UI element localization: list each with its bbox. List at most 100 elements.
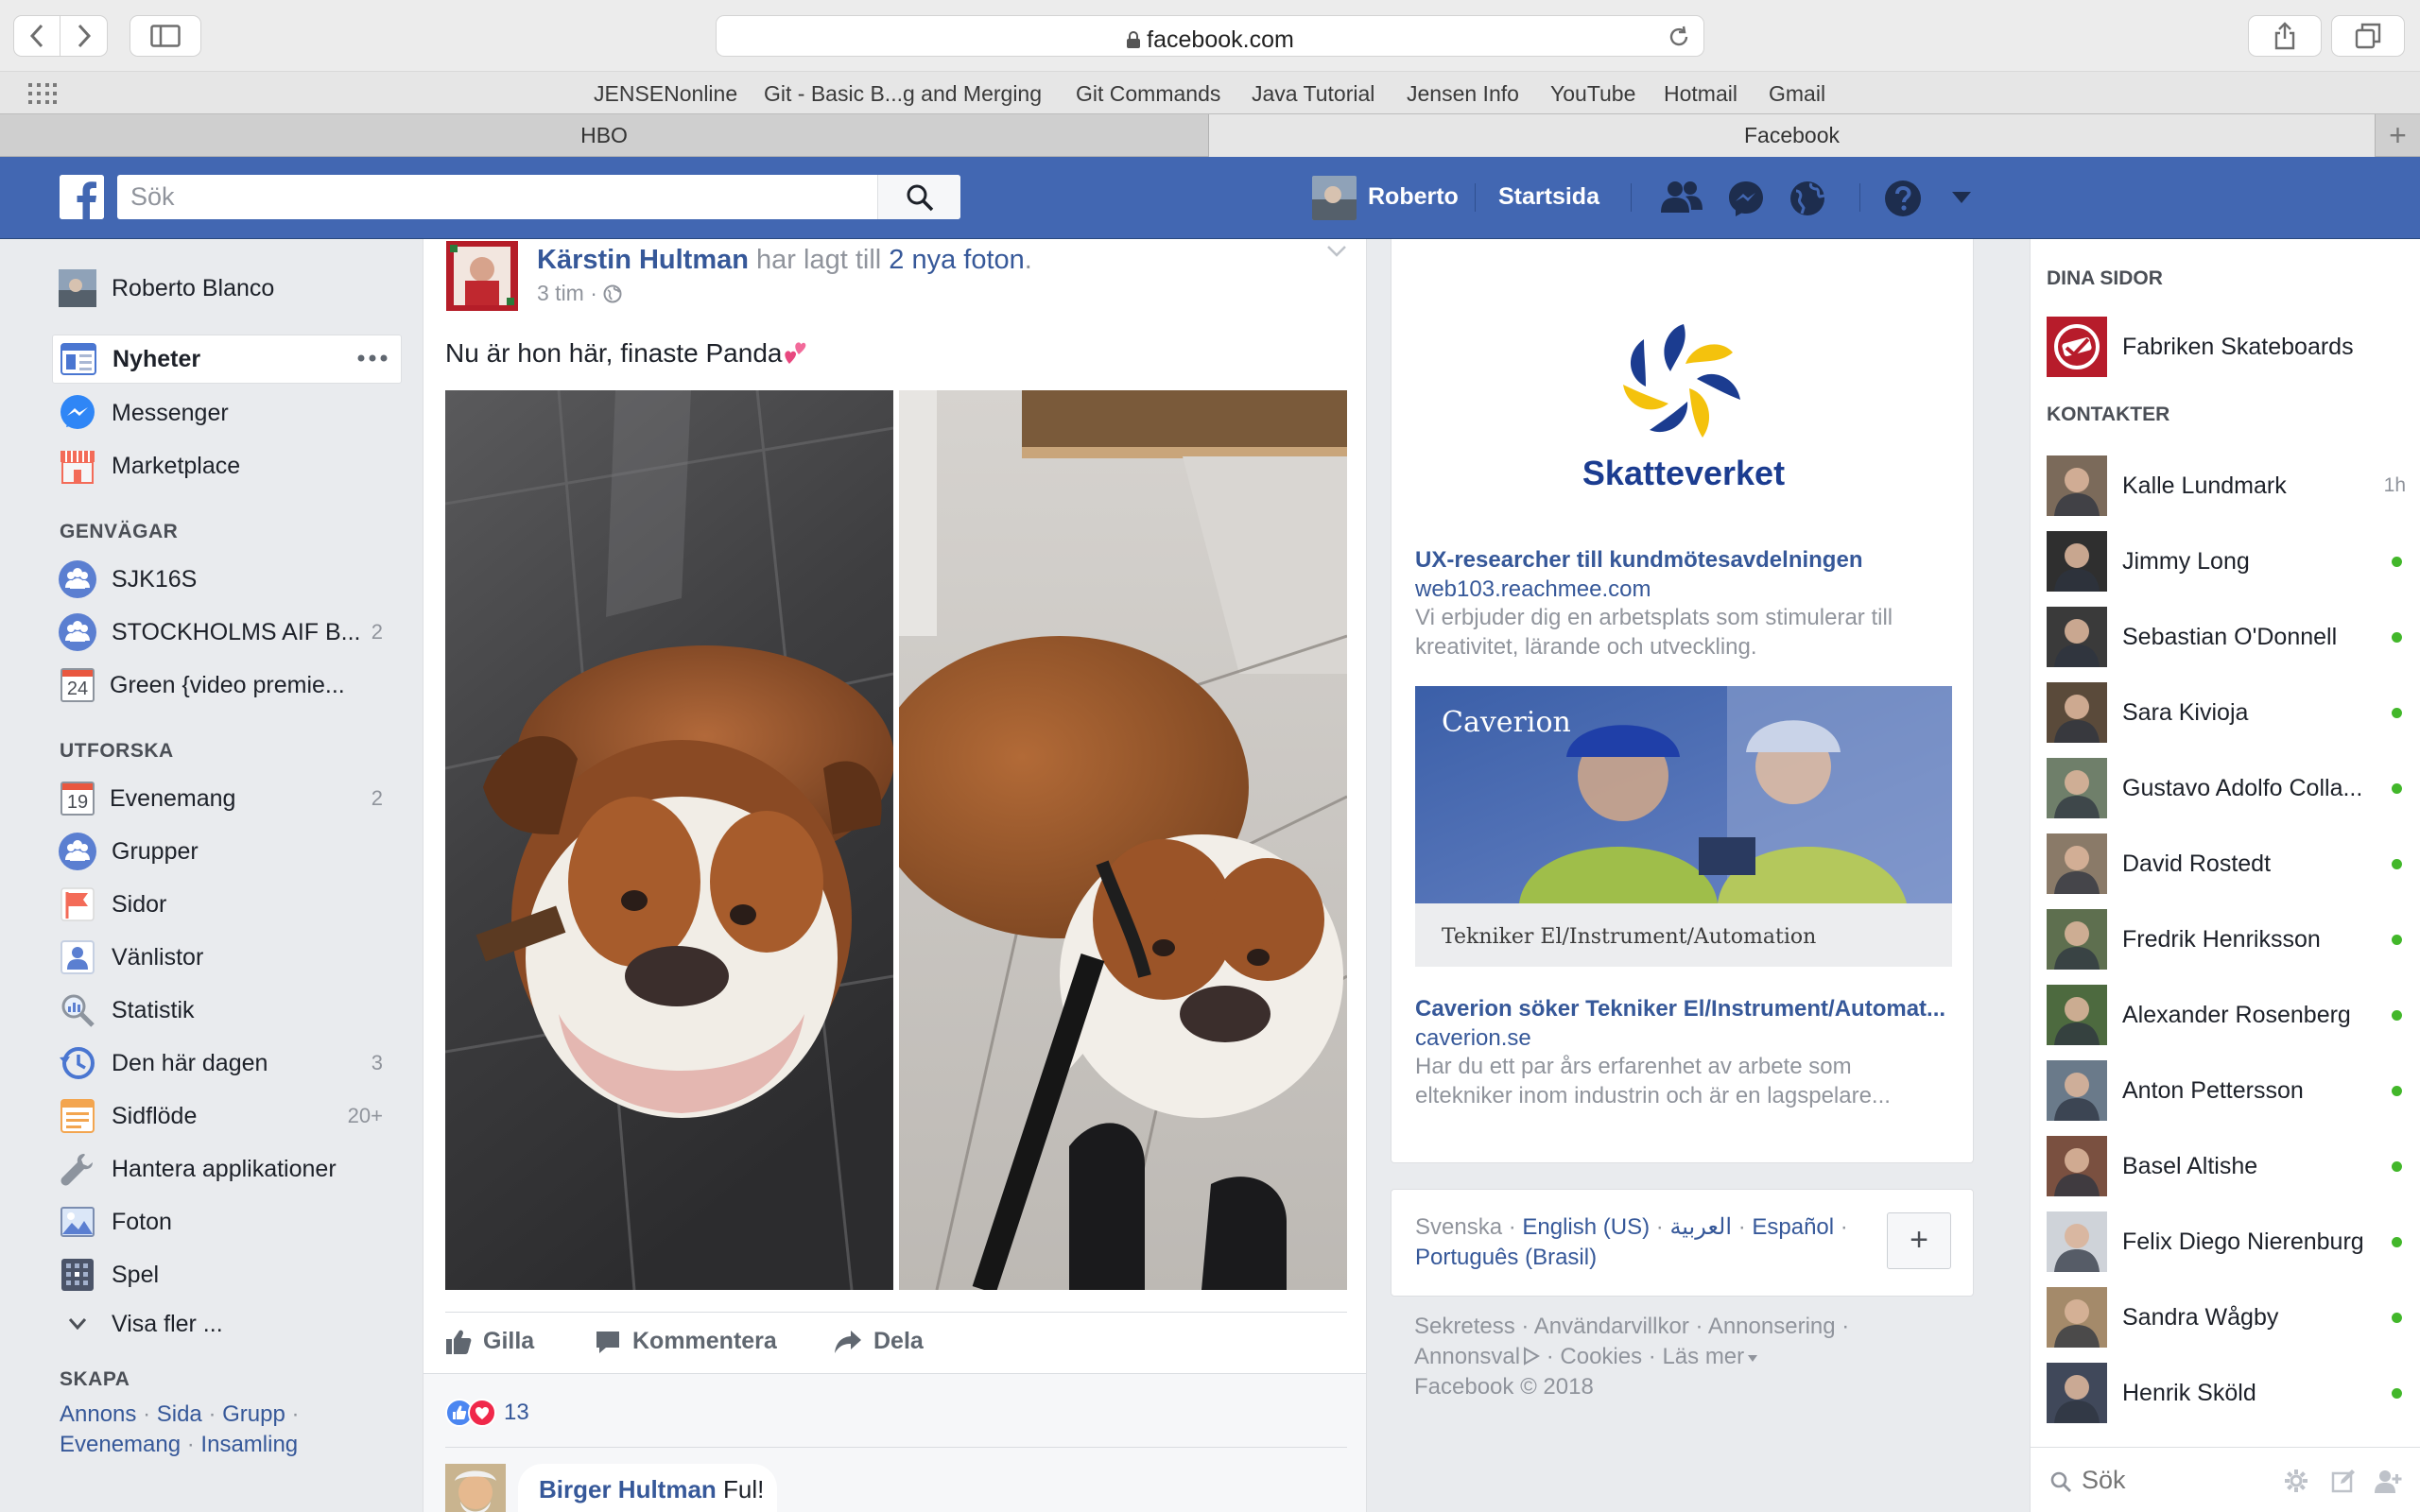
create-fundraiser-link[interactable]: Insamling bbox=[200, 1432, 298, 1457]
nav-messenger[interactable]: Messenger bbox=[52, 388, 402, 438]
post-author-link[interactable]: Kärstin Hultman bbox=[537, 245, 749, 275]
apps-grid-icon[interactable] bbox=[28, 83, 57, 104]
language-option[interactable]: العربية bbox=[1669, 1214, 1732, 1240]
reaction-count[interactable]: 13 bbox=[504, 1400, 529, 1426]
shortcut-item[interactable]: STOCKHOLMS AIF B... 2 bbox=[52, 608, 402, 657]
search-input[interactable] bbox=[130, 175, 868, 219]
nav-pages-feed[interactable]: Sidflöde 20+ bbox=[52, 1091, 402, 1141]
create-page-link[interactable]: Sida bbox=[157, 1401, 202, 1427]
create-group-icon[interactable] bbox=[2375, 1469, 2403, 1493]
nav-profile[interactable]: Roberto Blanco bbox=[52, 264, 402, 313]
reload-icon[interactable] bbox=[1668, 26, 1690, 48]
footer-link-cookies[interactable]: Cookies bbox=[1560, 1344, 1642, 1369]
account-menu-chevron-icon[interactable] bbox=[1952, 192, 1971, 203]
sidebar-toggle-button[interactable] bbox=[130, 15, 201, 57]
post-photo-1[interactable] bbox=[445, 390, 893, 1290]
ad-2-title[interactable]: Caverion söker Tekniker El/Instrument/Au… bbox=[1415, 996, 1945, 1022]
bookmark-git-commands[interactable]: Git Commands bbox=[1076, 81, 1220, 107]
post-photo-2[interactable] bbox=[899, 390, 1347, 1290]
contact-item[interactable]: Sebastian O'Donnell bbox=[2047, 607, 2406, 667]
more-chevron-icon[interactable] bbox=[1748, 1355, 1758, 1362]
contact-item[interactable]: Henrik Sköld bbox=[2047, 1363, 2406, 1423]
new-tab-button[interactable]: + bbox=[2375, 114, 2420, 157]
address-bar[interactable]: facebook.com bbox=[716, 15, 1704, 57]
contact-item[interactable]: Anton Pettersson bbox=[2047, 1060, 2406, 1121]
contact-item[interactable]: Alexander Rosenberg bbox=[2047, 985, 2406, 1045]
tab-hbo[interactable]: HBO bbox=[0, 114, 1209, 157]
chat-search-input[interactable] bbox=[2082, 1461, 2271, 1499]
comment-button[interactable]: Kommentera bbox=[595, 1328, 777, 1355]
bookmark-git-branching[interactable]: Git - Basic B...g and Merging bbox=[764, 81, 1042, 107]
page-item[interactable]: Fabriken Skateboards bbox=[2047, 317, 2406, 377]
bookmark-java-tutorial[interactable]: Java Tutorial bbox=[1252, 81, 1374, 107]
gear-icon[interactable] bbox=[2284, 1469, 2308, 1493]
new-message-icon[interactable] bbox=[2331, 1469, 2356, 1493]
nav-groups[interactable]: Grupper bbox=[52, 827, 402, 876]
footer-link-privacy[interactable]: Sekretess bbox=[1414, 1314, 1515, 1339]
facebook-logo[interactable] bbox=[60, 175, 104, 219]
share-button[interactable]: Dela bbox=[834, 1328, 924, 1355]
reaction-summary[interactable]: 13 bbox=[445, 1399, 529, 1427]
back-button[interactable] bbox=[14, 15, 61, 57]
contact-item[interactable]: Sara Kivioja bbox=[2047, 682, 2406, 743]
bookmark-youtube[interactable]: YouTube bbox=[1550, 81, 1635, 107]
contact-item[interactable]: Felix Diego Nierenburg bbox=[2047, 1211, 2406, 1272]
language-option[interactable]: Português (Brasil) bbox=[1415, 1245, 1597, 1270]
nav-events[interactable]: 19 Evenemang 2 bbox=[52, 774, 402, 823]
search-button[interactable] bbox=[877, 175, 960, 219]
profile-avatar[interactable] bbox=[1312, 176, 1357, 220]
footer-link-advertising[interactable]: Annonsering bbox=[1708, 1314, 1836, 1339]
bookmark-hotmail[interactable]: Hotmail bbox=[1664, 81, 1737, 107]
like-button[interactable]: Gilla bbox=[445, 1328, 534, 1355]
add-language-button[interactable]: + bbox=[1887, 1212, 1951, 1269]
shortcut-item[interactable]: SJK16S bbox=[52, 555, 402, 604]
contact-item[interactable]: Basel Altishe bbox=[2047, 1136, 2406, 1196]
comment-author-link[interactable]: Birger Hultman bbox=[539, 1475, 717, 1503]
share-button[interactable] bbox=[2248, 15, 2322, 57]
create-event-link[interactable]: Evenemang bbox=[60, 1432, 181, 1457]
nav-pages[interactable]: Sidor bbox=[52, 880, 402, 929]
nav-newsfeed[interactable]: Nyheter bbox=[52, 335, 402, 384]
messenger-icon[interactable] bbox=[1727, 180, 1765, 217]
footer-link-adchoices[interactable]: Annonsval bbox=[1414, 1344, 1520, 1369]
footer-link-terms[interactable]: Användarvillkor bbox=[1534, 1314, 1689, 1339]
contact-item[interactable]: David Rostedt bbox=[2047, 833, 2406, 894]
home-link[interactable]: Startsida bbox=[1498, 183, 1599, 211]
bookmark-gmail[interactable]: Gmail bbox=[1769, 81, 1825, 107]
nav-games[interactable]: Spel bbox=[52, 1250, 402, 1299]
see-more-link[interactable]: Visa fler ... bbox=[52, 1299, 402, 1349]
ad-1-image[interactable]: Skatteverket bbox=[1415, 258, 1952, 541]
nav-insights[interactable]: Statistik bbox=[52, 986, 402, 1035]
contact-item[interactable]: Gustavo Adolfo Colla... bbox=[2047, 758, 2406, 818]
ad-2-image[interactable]: Caverion Tekniker El/Instrument/Automati… bbox=[1415, 686, 1952, 967]
tab-facebook[interactable]: Facebook bbox=[1209, 114, 2375, 157]
ad-1-title[interactable]: UX-researcher till kundmötesavdelningen bbox=[1415, 547, 1862, 574]
nav-manage-apps[interactable]: Hantera applikationer bbox=[52, 1144, 402, 1194]
nav-marketplace[interactable]: Marketplace bbox=[52, 441, 402, 490]
contact-item[interactable]: Jimmy Long bbox=[2047, 531, 2406, 592]
language-option[interactable]: Español bbox=[1752, 1214, 1834, 1240]
nav-photos[interactable]: Foton bbox=[52, 1197, 402, 1246]
forward-button[interactable] bbox=[60, 15, 107, 57]
post-author-avatar[interactable] bbox=[446, 241, 518, 311]
notifications-globe-icon[interactable] bbox=[1789, 180, 1826, 217]
contact-item[interactable]: Kalle Lundmark 1h bbox=[2047, 455, 2406, 516]
bookmark-jensenonline[interactable]: JENSENonline bbox=[594, 81, 737, 107]
comment-author-avatar[interactable] bbox=[445, 1464, 506, 1512]
bookmark-jensen-info[interactable]: Jensen Info bbox=[1407, 81, 1519, 107]
footer-link-more[interactable]: Läs mer bbox=[1662, 1344, 1744, 1369]
nav-on-this-day[interactable]: Den här dagen 3 bbox=[52, 1039, 402, 1088]
tabs-overview-button[interactable] bbox=[2331, 15, 2405, 57]
friend-requests-icon[interactable] bbox=[1659, 179, 1704, 216]
create-ad-link[interactable]: Annons bbox=[60, 1401, 136, 1427]
shortcut-item[interactable]: 24 Green {video premie... bbox=[52, 661, 402, 710]
profile-link[interactable]: Roberto bbox=[1368, 183, 1459, 211]
language-option[interactable]: English (US) bbox=[1522, 1214, 1650, 1240]
nav-friend-lists[interactable]: Vänlistor bbox=[52, 933, 402, 982]
contact-item[interactable]: Fredrik Henriksson bbox=[2047, 909, 2406, 970]
ad-2-domain[interactable]: caverion.se bbox=[1415, 1025, 1531, 1052]
contact-item[interactable]: Sandra Wågby bbox=[2047, 1287, 2406, 1348]
more-options-icon[interactable] bbox=[357, 354, 388, 362]
url-display[interactable]: facebook.com bbox=[717, 26, 1703, 54]
post-photos-link[interactable]: 2 nya foton bbox=[889, 245, 1025, 275]
